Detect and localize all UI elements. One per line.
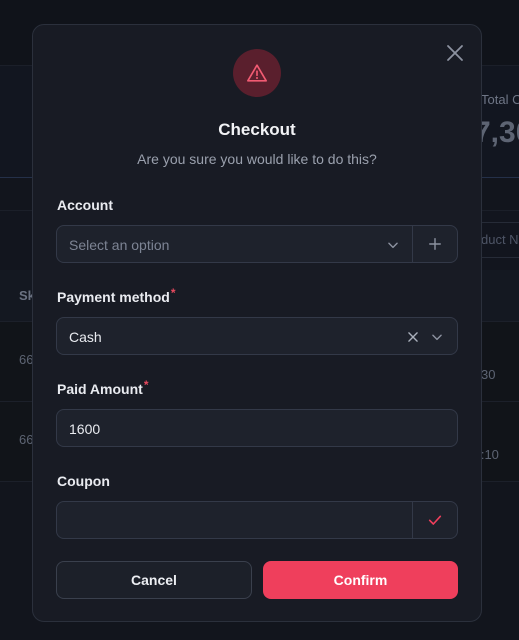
payment-method-dropdown-toggle[interactable] [427, 327, 447, 347]
apply-coupon-button[interactable] [413, 502, 457, 538]
warning-icon [247, 64, 267, 82]
coupon-label: Coupon [57, 473, 110, 489]
account-label-text: Account [57, 197, 113, 213]
warning-badge [233, 49, 281, 97]
required-mark: * [143, 378, 149, 392]
close-icon[interactable] [443, 41, 467, 65]
coupon-label-text: Coupon [57, 473, 110, 489]
background-row-value: 30 [481, 367, 496, 382]
required-mark: * [170, 286, 176, 300]
payment-method-label-text: Payment method [57, 289, 170, 305]
payment-method-value: Cash [69, 329, 102, 345]
clear-icon[interactable] [406, 330, 420, 344]
payment-method-select[interactable]: Cash [56, 317, 458, 355]
paid-amount-label: Paid Amount* [57, 378, 149, 397]
modal-subtitle: Are you sure you would like to do this? [137, 151, 377, 167]
account-label: Account [57, 197, 113, 213]
payment-method-label: Payment method* [57, 286, 176, 305]
paid-amount-input[interactable]: 1600 [56, 409, 458, 447]
account-dropdown-toggle[interactable] [383, 235, 403, 255]
cancel-button[interactable]: Cancel [56, 561, 252, 599]
paid-amount-label-text: Paid Amount [57, 381, 143, 397]
confirm-button[interactable]: Confirm [263, 561, 458, 599]
chevron-down-icon[interactable] [430, 330, 444, 344]
close-button[interactable] [443, 41, 467, 65]
chevron-down-icon[interactable] [386, 238, 400, 252]
coupon-input[interactable] [56, 501, 458, 539]
modal-title: Checkout [218, 120, 296, 139]
account-select[interactable]: Select an option [56, 225, 458, 263]
plus-icon[interactable] [428, 237, 442, 251]
add-account-button[interactable] [413, 226, 457, 262]
account-placeholder: Select an option [69, 237, 170, 253]
clear-payment-method-button[interactable] [403, 327, 423, 347]
checkout-modal: Checkout Are you sure you would like to … [32, 24, 482, 622]
background-stat-label: Total C [481, 92, 519, 107]
check-icon[interactable] [427, 512, 443, 528]
paid-amount-value: 1600 [69, 421, 101, 437]
